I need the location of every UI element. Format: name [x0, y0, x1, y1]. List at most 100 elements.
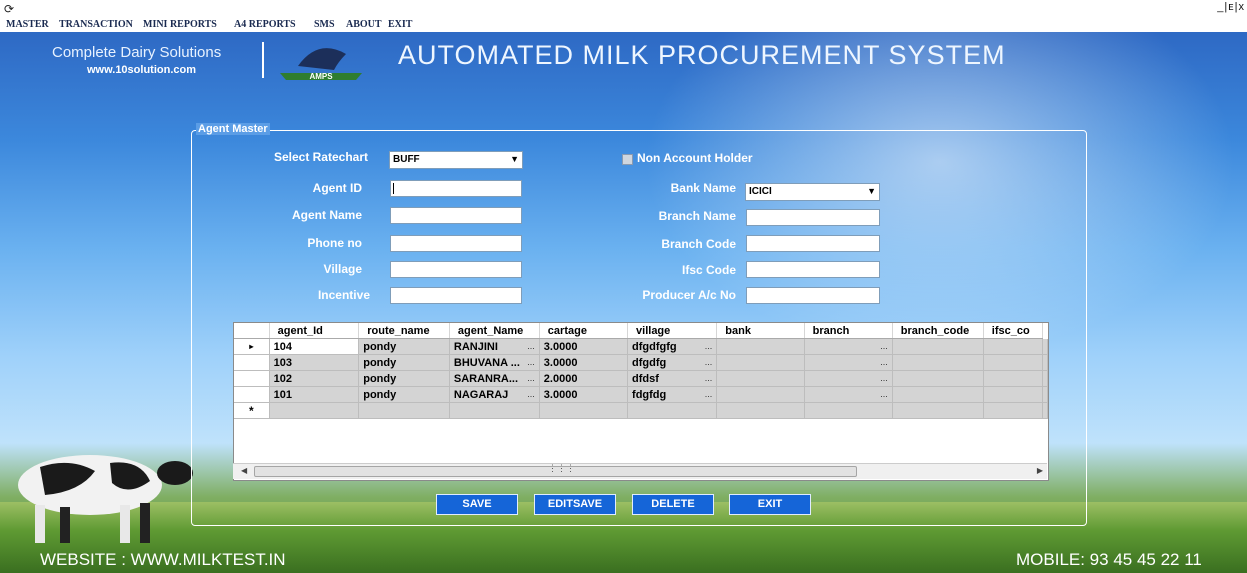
row-header[interactable]: * [234, 402, 270, 419]
table-cell[interactable]: dfdsf... [627, 370, 718, 387]
column-header[interactable]: ifsc_co [983, 323, 1044, 339]
app-icon[interactable]: ⟳ [4, 2, 14, 16]
bank-name-dropdown[interactable]: ICICI ▼ [745, 183, 880, 201]
table-cell[interactable]: NAGARAJ... [449, 386, 540, 403]
table-row[interactable]: 102 pondy SARANRA...... 2.0000 dfdsf...... [234, 370, 1048, 387]
table-row[interactable]: ▸ 104 pondy RANJINI... 3.0000 dfgdfgfg...... [234, 338, 1048, 355]
cell-ellipsis-button[interactable]: ... [705, 357, 713, 367]
agent-grid[interactable]: agent_Id route_name agent_Name cartage v… [233, 322, 1049, 481]
agent-name-input[interactable] [391, 210, 521, 226]
column-header[interactable]: agent_Name [449, 323, 540, 339]
branch-code-field[interactable] [746, 235, 880, 254]
table-cell[interactable]: ... [804, 370, 893, 387]
branch-name-field[interactable] [746, 209, 880, 228]
agent-id-field[interactable] [390, 180, 522, 199]
table-cell[interactable] [983, 370, 1044, 387]
ifsc-field[interactable] [746, 261, 880, 280]
village-input[interactable] [391, 264, 521, 280]
column-header[interactable]: village [627, 323, 718, 339]
table-cell[interactable] [716, 338, 805, 355]
column-header[interactable]: branch_code [892, 323, 984, 339]
editsave-button[interactable]: EDITSAVE [534, 494, 616, 515]
table-cell[interactable]: 103 [269, 354, 360, 371]
ifsc-input[interactable] [747, 264, 879, 280]
phone-input[interactable] [391, 238, 521, 254]
producer-ac-field[interactable] [746, 287, 880, 306]
village-field[interactable] [390, 261, 522, 280]
table-cell[interactable] [627, 402, 718, 419]
row-header[interactable]: ▸ [234, 338, 270, 355]
table-cell[interactable] [716, 386, 805, 403]
menu-about[interactable]: ABOUT [346, 19, 382, 30]
table-cell[interactable]: BHUVANA ...... [449, 354, 540, 371]
table-cell[interactable]: pondy [358, 370, 450, 387]
agent-id-input[interactable] [391, 183, 521, 199]
cell-ellipsis-button[interactable]: ... [527, 357, 535, 367]
table-cell[interactable] [892, 370, 984, 387]
row-header[interactable] [234, 370, 270, 387]
table-cell[interactable]: 104 [269, 338, 360, 355]
menu-mini-reports[interactable]: MINI REPORTS [143, 19, 217, 30]
window-controls[interactable]: _|ᴇ|x [1217, 1, 1245, 13]
cell-ellipsis-button[interactable]: ... [527, 373, 535, 383]
phone-field[interactable] [390, 235, 522, 254]
table-cell[interactable]: pondy [358, 354, 450, 371]
non-account-checkbox[interactable] [622, 154, 633, 165]
delete-button[interactable]: DELETE [632, 494, 714, 515]
cell-ellipsis-button[interactable]: ... [705, 389, 713, 399]
save-button[interactable]: SAVE [436, 494, 518, 515]
incentive-field[interactable] [390, 287, 522, 306]
cell-ellipsis-button[interactable]: ... [880, 373, 888, 383]
table-cell[interactable] [1042, 338, 1048, 355]
cell-ellipsis-button[interactable]: ... [527, 389, 535, 399]
branch-name-input[interactable] [747, 212, 879, 228]
table-cell[interactable]: 2.0000 [539, 370, 629, 387]
table-cell[interactable] [983, 402, 1044, 419]
table-cell[interactable]: ... [804, 354, 893, 371]
table-cell[interactable] [716, 354, 805, 371]
table-cell[interactable]: 3.0000 [539, 386, 629, 403]
grid-horizontal-scrollbar[interactable]: ◀ ⋮⋮⋮ ▶ [233, 463, 1047, 479]
table-cell[interactable]: 3.0000 [539, 338, 629, 355]
row-header[interactable] [234, 386, 270, 403]
menu-exit[interactable]: EXIT [388, 19, 412, 30]
table-cell[interactable] [983, 338, 1044, 355]
table-cell[interactable] [539, 402, 629, 419]
menu-a4-reports[interactable]: A4 REPORTS [234, 19, 296, 30]
branch-code-input[interactable] [747, 238, 879, 254]
column-header[interactable]: agent_Id [269, 323, 360, 339]
incentive-input[interactable] [391, 290, 521, 306]
cell-ellipsis-button[interactable]: ... [880, 341, 888, 351]
agent-name-field[interactable] [390, 207, 522, 226]
table-cell[interactable] [1042, 354, 1048, 371]
table-cell[interactable] [983, 354, 1044, 371]
column-header[interactable]: route_name [358, 323, 450, 339]
table-cell[interactable]: SARANRA...... [449, 370, 540, 387]
table-cell[interactable] [892, 354, 984, 371]
table-cell[interactable] [1042, 370, 1048, 387]
menu-master[interactable]: MASTER [6, 19, 49, 30]
table-cell[interactable] [804, 402, 893, 419]
column-header[interactable]: branch [804, 323, 893, 339]
table-cell[interactable]: ... [804, 386, 893, 403]
table-cell[interactable]: fdgfdg... [627, 386, 718, 403]
table-row[interactable]: 103 pondy BHUVANA ...... 3.0000 dfgdfg...... [234, 354, 1048, 371]
table-cell[interactable]: RANJINI... [449, 338, 540, 355]
column-header[interactable]: cartage [539, 323, 629, 339]
table-cell[interactable] [716, 370, 805, 387]
table-cell[interactable] [892, 402, 984, 419]
cell-ellipsis-button[interactable]: ... [880, 389, 888, 399]
table-cell[interactable] [892, 338, 984, 355]
table-cell[interactable]: 101 [269, 386, 360, 403]
menu-transaction[interactable]: TRANSACTION [59, 19, 133, 30]
cell-ellipsis-button[interactable]: ... [880, 357, 888, 367]
table-cell[interactable]: 102 [269, 370, 360, 387]
new-row[interactable]: * [234, 402, 1048, 419]
table-row[interactable]: 101 pondy NAGARAJ... 3.0000 fdgfdg...... [234, 386, 1048, 403]
cell-ellipsis-button[interactable]: ... [705, 341, 713, 351]
table-cell[interactable] [983, 386, 1044, 403]
table-cell[interactable]: dfgdfgfg... [627, 338, 718, 355]
scroll-left-icon[interactable]: ◀ [241, 466, 247, 475]
table-cell[interactable] [358, 402, 450, 419]
table-cell[interactable]: dfgdfg... [627, 354, 718, 371]
